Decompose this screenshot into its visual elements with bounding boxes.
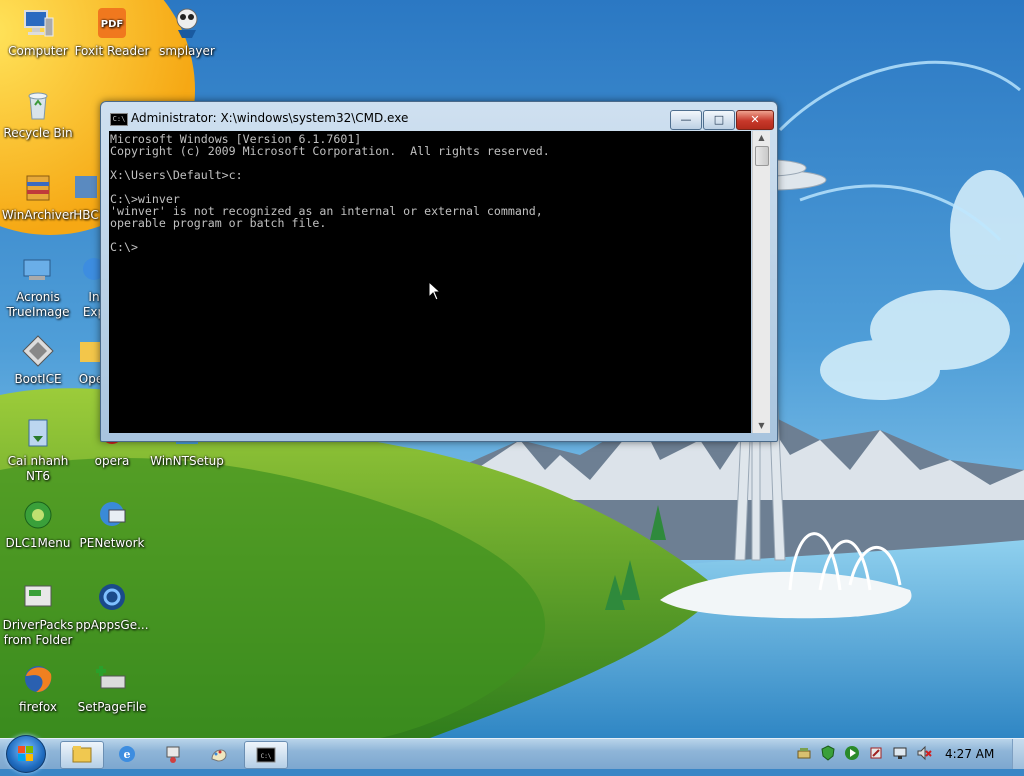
paint-icon [211,749,227,762]
desktop-icon-label: Computer [8,44,68,58]
cmd-window[interactable]: C:\ Administrator: X:\windows\system32\C… [100,101,778,442]
desktop-icon-driverpacks[interactable]: DriverPacks from Folder [0,580,76,648]
window-title: Administrator: X:\windows\system32\CMD.e… [131,111,409,125]
scroll-down-arrow-icon[interactable]: ▼ [753,419,770,433]
dlc-menu-icon [24,501,52,529]
vertical-scrollbar[interactable]: ▲ ▼ [752,131,770,433]
desktop-icon-label: Recycle Bin [3,126,73,140]
mouse-pointer-icon [428,281,442,301]
firefox-icon [25,666,52,693]
desktop-icon-label: DriverPacks from Folder [2,618,74,647]
desktop-icon-cai-nhanh[interactable]: Cai nhanh NT6 [0,416,76,484]
windows-logo-icon [18,746,33,761]
taskbar-ie-button[interactable]: e [106,741,148,767]
desktop-icon-label: opera [94,454,130,468]
media-player-icon [176,8,198,38]
desktop-icon-label: Acronis TrueImage [6,290,70,319]
taskbar-paint-button[interactable] [198,741,240,767]
console-line: X:\Users\Default>c: [110,168,243,182]
setpagefile-icon [96,666,126,689]
computer-icon [24,10,54,37]
desktop-icon-winarchiver[interactable]: WinArchiver [0,170,76,223]
acronis-icon [23,259,51,280]
start-button[interactable] [6,735,46,773]
desktop-icon-dlc1menu[interactable]: DLC1Menu [0,498,76,551]
desktop-icon-label: ppAppsGe... [75,618,149,632]
ppapps-icon [99,584,125,610]
minimize-button[interactable]: — [670,110,702,130]
svg-text:C:\: C:\ [261,753,272,760]
desktop-icon-label: WinNTSetup [150,454,224,468]
show-desktop-button[interactable] [1012,739,1024,769]
driverpacks-icon [24,585,52,607]
monitor-tray-icon[interactable] [892,745,908,761]
internet-explorer-icon: e [119,746,135,762]
scroll-thumb[interactable] [755,146,769,166]
desktop-icon-bootice[interactable]: BootICE [0,334,76,387]
desktop-icon-ppappsge[interactable]: ppAppsGe... [74,580,150,633]
cmd-icon: C:\ [256,747,276,763]
recycle-bin-icon [28,92,48,120]
desktop-icon-label: Foxit Reader [74,44,150,58]
network-icon [100,502,126,526]
explorer-icon [72,746,92,763]
installer-icon [28,419,48,447]
cmd-icon: C:\ [110,113,128,126]
taskbar-clock[interactable]: 4:27 AM [945,747,994,761]
desktop-icon-recycle-bin[interactable]: Recycle Bin [0,88,76,141]
desktop-icon-foxit-reader[interactable]: PDF Foxit Reader [74,6,150,59]
pdf-reader-icon: PDF [98,8,126,38]
desktop-icon-label: SetPageFile [77,700,147,714]
media-tray-icon[interactable] [844,745,860,761]
desktop-icon-label: DLC1Menu [5,536,71,550]
desktop-icon-setpagefile[interactable]: SetPageFile [74,662,150,715]
desktop-icon-smplayer[interactable]: smplayer [149,6,225,59]
console-prompt[interactable]: C:\> [110,241,751,253]
scroll-up-arrow-icon[interactable]: ▲ [753,131,770,145]
desktop-icon-label: smplayer [159,44,215,58]
volume-muted-icon[interactable] [916,745,932,761]
hbcd-icon [75,176,97,198]
desktop-icon-penetwork[interactable]: PENetwork [74,498,150,551]
desktop-icon-firefox[interactable]: firefox [0,662,76,715]
desktop-icon-label: BootICE [14,372,62,386]
maximize-button[interactable]: □ [703,110,735,130]
desktop-icon-label: PENetwork [79,536,145,550]
network-icon [166,746,180,763]
taskbar: e C:\ 4:27 AM [0,735,1024,773]
taskbar-network-button[interactable] [152,741,194,767]
close-button[interactable]: ✕ [736,110,774,130]
desktop-icon-label: Cai nhanh NT6 [7,454,69,483]
shield-tray-icon[interactable] [820,745,836,761]
svg-text:PDF: PDF [101,19,123,30]
desktop-icon-acronis[interactable]: Acronis TrueImage [0,252,76,320]
console-line: Copyright (c) 2009 Microsoft Corporation… [110,144,550,158]
svg-text:e: e [124,748,131,761]
bootice-icon [22,335,54,367]
taskbar-cmd-button[interactable]: C:\ [244,741,288,769]
console-line: operable program or batch file. [110,216,327,230]
taskbar-explorer-button[interactable] [60,741,104,769]
desktop-icon-label: firefox [19,700,57,714]
network-tray-icon[interactable] [796,745,812,761]
archiver-icon [26,175,50,201]
settings-tray-icon[interactable] [868,745,884,761]
window-title-bar[interactable]: C:\ Administrator: X:\windows\system32\C… [101,102,777,132]
desktop-icon-label: WinArchiver [1,208,75,222]
desktop-icon-computer[interactable]: Computer [0,6,76,59]
